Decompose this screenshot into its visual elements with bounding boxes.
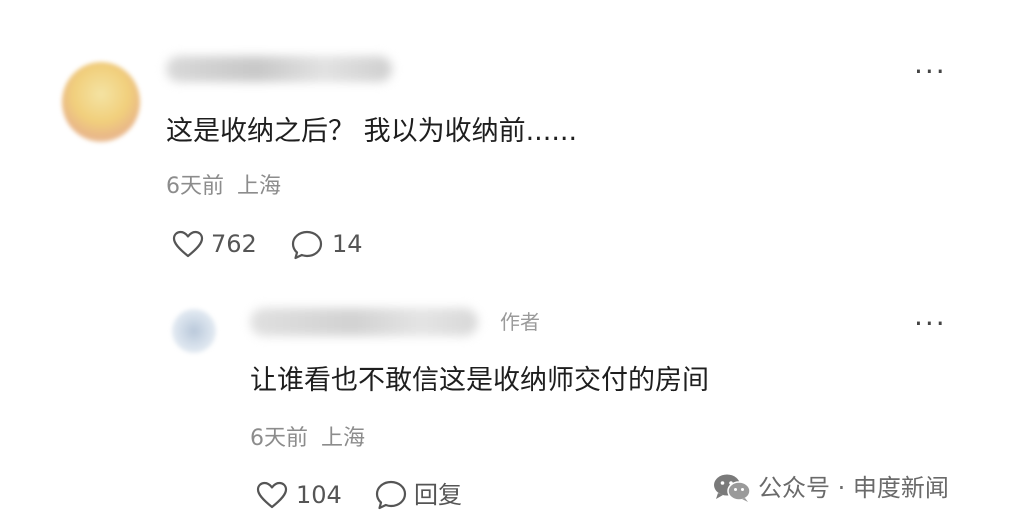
reply-action-button[interactable] xyxy=(374,479,408,511)
reply-more-menu-icon[interactable]: ··· xyxy=(914,310,947,338)
comment-meta: 6天前 上海 xyxy=(166,176,281,198)
reply-location: 上海 xyxy=(321,426,366,451)
speech-bubble-icon xyxy=(375,480,407,510)
comment-reply-count: 14 xyxy=(332,230,363,258)
watermark-text: 公众号 · 申度新闻 xyxy=(758,474,949,502)
comment-time: 6天前 xyxy=(166,174,224,199)
comment-location: 上海 xyxy=(237,174,282,199)
commenter-username-blurred[interactable] xyxy=(166,56,392,82)
comment-text: 这是收纳之后？ 我以为收纳前...... xyxy=(166,116,578,147)
heart-icon xyxy=(172,230,204,258)
commenter-avatar[interactable] xyxy=(62,62,140,142)
comment-more-menu-icon[interactable]: ··· xyxy=(914,58,947,86)
reply-author-avatar[interactable] xyxy=(172,309,216,353)
reply-text: 让谁看也不敢信这是收纳师交付的房间 xyxy=(250,365,709,396)
author-badge: 作者 xyxy=(500,310,540,334)
wechat-icon xyxy=(712,472,752,508)
reply-like-count: 104 xyxy=(296,481,342,509)
comment-reply-button[interactable] xyxy=(290,229,324,261)
comment-like-count: 762 xyxy=(211,230,257,258)
reply-meta: 6天前 上海 xyxy=(250,428,365,450)
heart-icon xyxy=(256,481,288,509)
comment-like-button[interactable] xyxy=(172,230,204,258)
reply-action-label[interactable]: 回复 xyxy=(414,483,462,507)
reply-time: 6天前 xyxy=(250,426,308,451)
reply-username-blurred[interactable] xyxy=(250,308,478,336)
speech-bubble-icon xyxy=(291,230,323,260)
reply-like-button[interactable] xyxy=(256,481,288,509)
